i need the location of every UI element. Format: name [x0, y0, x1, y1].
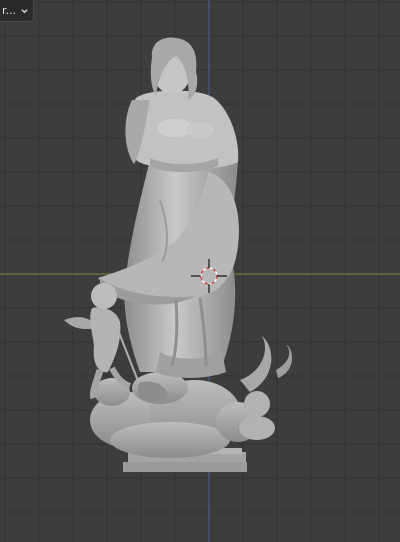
3d-cursor-icon[interactable] — [191, 259, 227, 295]
mode-dropdown-label: r... — [2, 4, 17, 17]
mode-dropdown[interactable]: r... — [0, 0, 34, 22]
statue-clouds — [90, 372, 260, 458]
chevron-down-icon — [21, 8, 28, 13]
3d-viewport[interactable]: r... — [0, 0, 400, 542]
statue-crescent — [240, 336, 272, 392]
